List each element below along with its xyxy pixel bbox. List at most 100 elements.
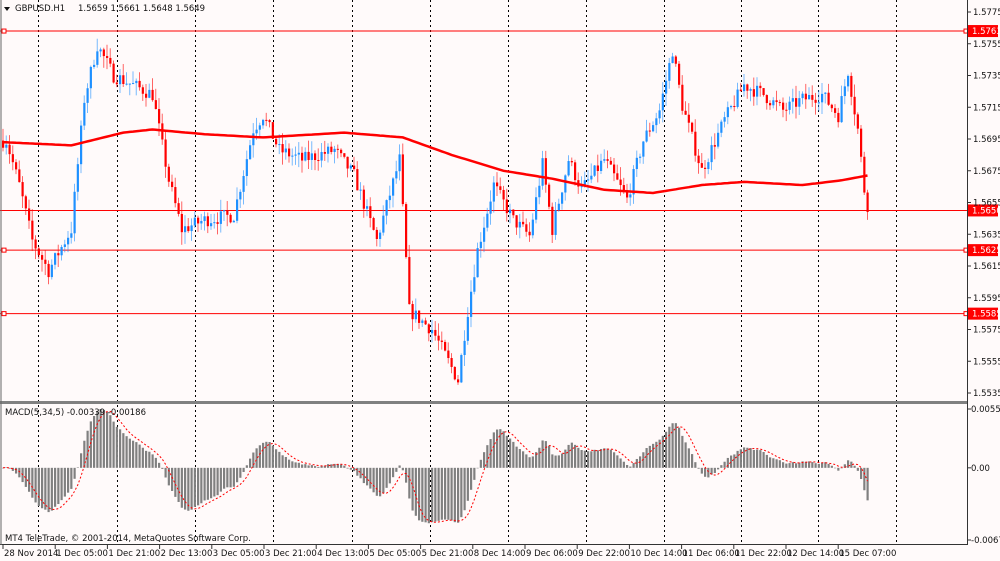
macd-bar — [866, 467, 869, 501]
candle-body — [684, 110, 687, 115]
macd-bar — [245, 465, 248, 468]
candle-body — [158, 109, 161, 124]
candle-body — [18, 169, 21, 183]
macd-bar — [109, 415, 112, 468]
macd-bar — [151, 454, 154, 468]
candle-body — [408, 257, 411, 305]
candle-body — [239, 191, 242, 200]
candle-body — [148, 89, 151, 98]
candle-body — [388, 195, 391, 201]
candle-body — [470, 291, 473, 317]
candle-body — [567, 161, 570, 176]
candle-body — [353, 165, 356, 170]
candle-body — [466, 316, 469, 341]
candle-body — [190, 225, 193, 232]
macd-bar — [80, 453, 83, 468]
price-tick-label: 1.5715 — [973, 103, 1000, 113]
macd-bar — [723, 461, 726, 468]
candle-body — [502, 189, 505, 200]
candle-body — [515, 215, 518, 228]
macd-bar — [700, 467, 703, 474]
candle-body — [603, 159, 606, 161]
macd-bar — [145, 450, 148, 468]
macd-bar — [278, 451, 281, 468]
candle-body — [336, 148, 339, 150]
macd-bar — [528, 457, 531, 468]
candle-body — [863, 156, 866, 193]
candle-body — [531, 219, 534, 236]
macd-bar — [158, 462, 161, 468]
candle-body — [223, 210, 226, 212]
macd-bar — [440, 467, 443, 520]
macd-bar — [408, 467, 411, 499]
candle-body — [808, 94, 811, 100]
macd-bar — [834, 467, 837, 469]
candle-body — [34, 239, 37, 249]
chart-window[interactable]: 1.57631.56501.56251.5585 1.57751.57551.5… — [0, 0, 1000, 561]
macd-bar — [450, 467, 453, 521]
candle-body — [96, 51, 99, 65]
pane-separator[interactable] — [0, 401, 968, 404]
macd-bar — [210, 467, 213, 499]
macd-bar — [164, 467, 167, 478]
macd-bar — [619, 458, 622, 468]
level-price-label: 1.5625 — [972, 246, 1000, 256]
macd-bar — [678, 427, 681, 468]
macd-bar — [525, 454, 528, 468]
candle-body — [671, 56, 674, 64]
macd-bar — [652, 443, 655, 468]
candle-body — [184, 226, 187, 233]
candle-body — [258, 125, 261, 130]
candle-body — [275, 138, 278, 145]
macd-bar — [385, 467, 388, 488]
candle-body — [440, 340, 443, 342]
candle-body — [314, 153, 317, 161]
candle-body — [31, 220, 34, 240]
macd-bar — [453, 467, 456, 523]
macd-bar — [613, 452, 616, 468]
candle-body — [717, 132, 720, 147]
macd-bar — [518, 449, 521, 468]
candle-body — [564, 175, 567, 193]
candle-body — [398, 154, 401, 172]
macd-bar — [89, 421, 92, 468]
candle-body — [557, 203, 560, 211]
macd-bar — [470, 467, 473, 490]
macd-bar — [505, 435, 508, 468]
candle-body — [574, 162, 577, 181]
candle-body — [180, 213, 183, 233]
macd-bar — [154, 457, 157, 468]
macd-bar — [275, 449, 278, 468]
candle-body — [739, 89, 742, 92]
macd-bar — [756, 449, 759, 468]
candle-body — [447, 350, 450, 359]
candle-body — [424, 320, 427, 325]
macd-bar — [255, 448, 258, 468]
macd-bar — [583, 450, 586, 468]
price-tick-label: 1.5695 — [973, 135, 1000, 145]
macd-bar — [63, 467, 66, 497]
macd-bar — [840, 467, 843, 469]
candle-body — [746, 84, 749, 91]
macd-bar — [219, 467, 222, 492]
candle-body — [414, 310, 417, 320]
macd-tick-label: 0.00551 — [971, 405, 1000, 415]
macd-bar — [684, 442, 687, 468]
macd-bar — [226, 467, 229, 488]
macd-bar — [184, 467, 187, 510]
candle-body — [518, 221, 521, 228]
macd-bar — [593, 449, 596, 468]
macd-bar — [60, 467, 63, 501]
candle-body — [37, 248, 40, 256]
candle-body — [340, 149, 343, 154]
price-tick-label: 1.5775 — [973, 8, 1000, 18]
candle-body — [554, 210, 557, 235]
macd-bar — [570, 442, 573, 468]
candle-body — [327, 146, 330, 154]
candle-body — [528, 231, 531, 236]
macd-bar — [681, 435, 684, 468]
macd-bar — [161, 467, 164, 469]
candle-body — [193, 217, 196, 226]
macd-bar — [671, 423, 674, 468]
macd-bar — [128, 438, 131, 468]
